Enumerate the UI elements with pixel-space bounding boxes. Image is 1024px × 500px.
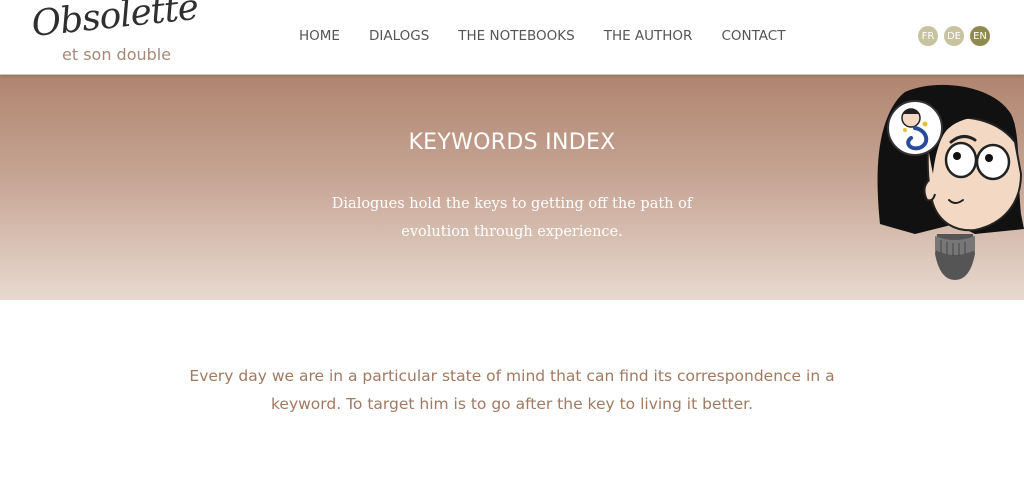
main-nav: HOME DIALOGS THE NOTEBOOKS THE AUTHOR CO… [284,28,814,44]
lang-de-button[interactable]: DE [944,26,964,46]
site-header: Obsolette et son double HOME DIALOGS THE… [0,0,1024,75]
lang-en-button[interactable]: EN [970,26,990,46]
nav-item-notebooks[interactable]: THE NOTEBOOKS [458,28,574,44]
logo-tagline: et son double [62,45,172,64]
nav-item-contact[interactable]: CONTACT [721,28,785,44]
nav-item-home[interactable]: HOME [299,28,340,44]
nav-item-dialogs[interactable]: DIALOGS [369,28,429,44]
page-title: KEYWORDS INDEX [408,130,616,155]
lang-fr-button[interactable]: FR [918,26,938,46]
hero-banner: KEYWORDS INDEX Dialogues hold the keys t… [0,75,1024,300]
page-subtitle: Dialogues hold the keys to getting off t… [331,196,693,240]
character-illustration [877,84,1024,280]
site-logo[interactable]: Obsolette et son double [30,0,200,70]
language-switcher: FR DE EN [918,26,990,46]
nav-item-author[interactable]: THE AUTHOR [604,28,693,44]
intro-paragraph: Every day we are in a particular state o… [189,367,835,413]
logo-wordmark: Obsolette [29,0,200,46]
